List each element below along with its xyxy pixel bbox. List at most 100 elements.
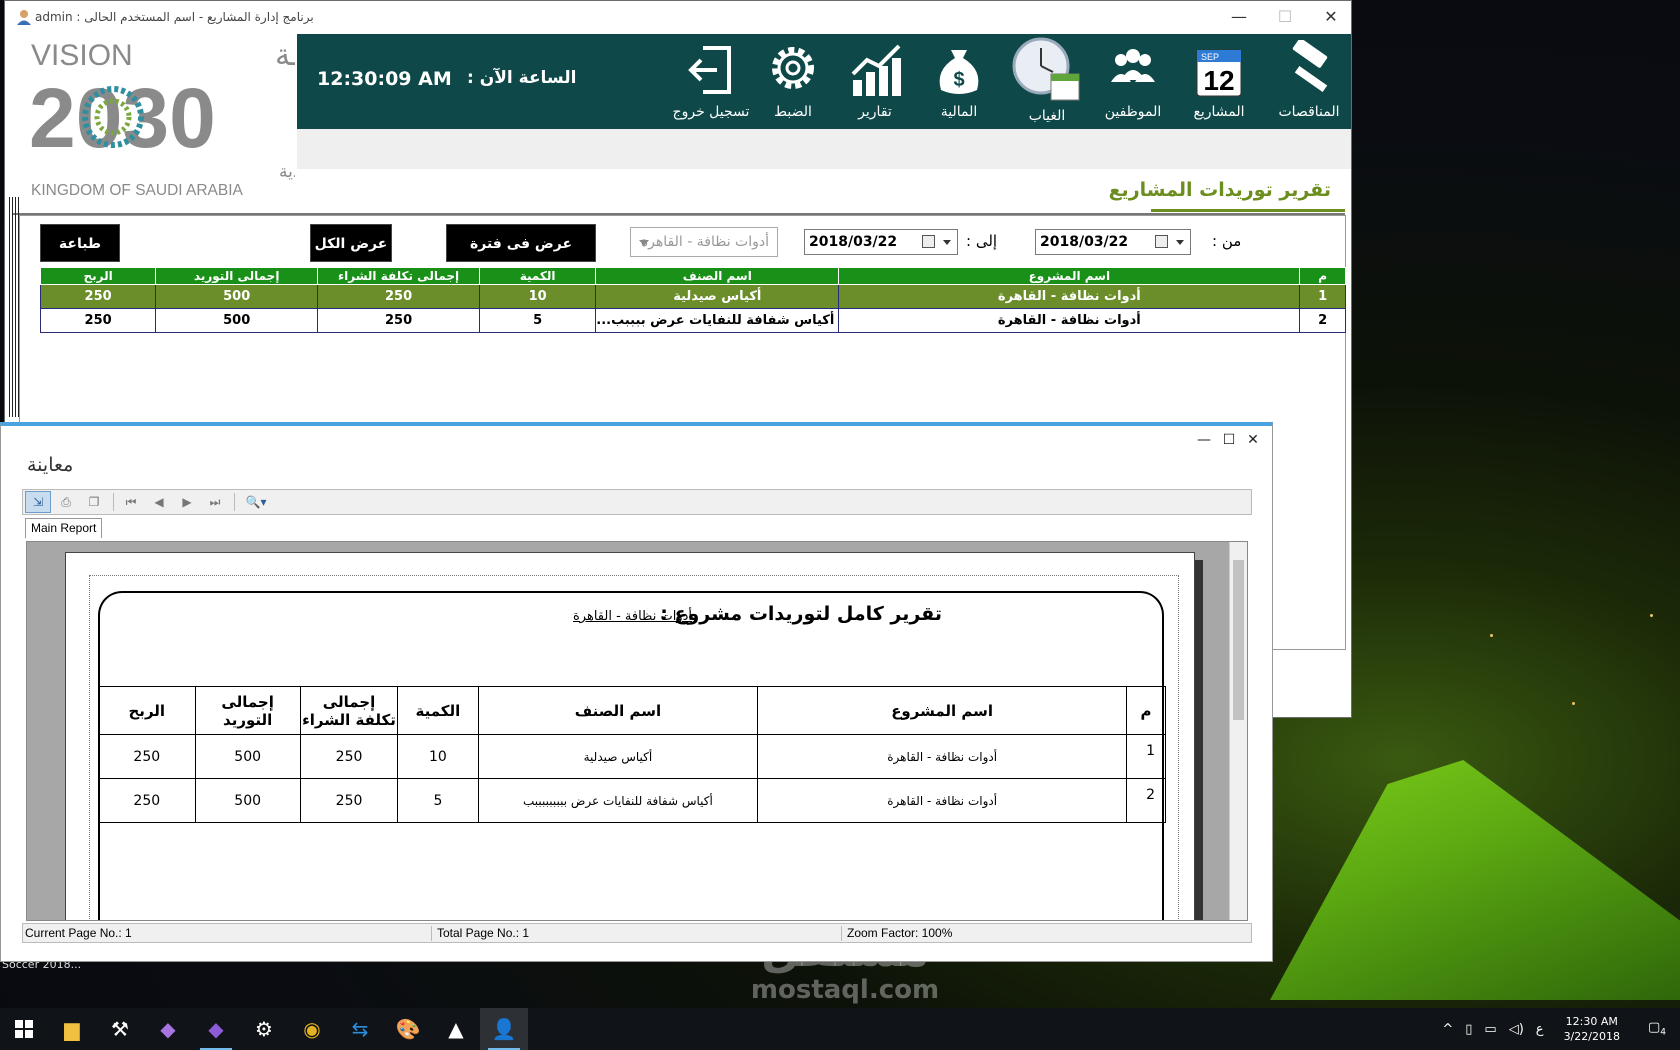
chrome-icon: ◉: [303, 1017, 321, 1041]
prev-page-icon[interactable]: ◀: [146, 491, 172, 513]
toolbar-reports-button[interactable]: تقارير: [831, 40, 919, 126]
print-button[interactable]: طباعة: [40, 224, 120, 262]
from-date-picker[interactable]: 2018/03/22: [1035, 229, 1191, 255]
star: [1650, 614, 1653, 617]
preview-close-button[interactable]: ✕: [1241, 432, 1265, 448]
grid-cell[interactable]: أكياس شفافة للنفايات عرض ببببب...: [595, 308, 840, 333]
start-button[interactable]: [0, 1008, 48, 1050]
first-page-icon[interactable]: ⏮: [118, 491, 144, 513]
grid-header-cell[interactable]: إجمالى التوريد: [155, 267, 319, 285]
grid-cell[interactable]: 500: [155, 308, 319, 333]
taskbar-clock[interactable]: 12:30 AM 3/22/2018: [1550, 1014, 1634, 1044]
page-title: تقرير توريدات المشاريع: [1108, 179, 1331, 201]
tools-icon: ⚒: [111, 1017, 129, 1041]
vision-2030-logo: VISION رؤيـــة 2030 المملكة العربية السع…: [29, 39, 295, 199]
teamviewer-button[interactable]: ⇆: [336, 1008, 384, 1050]
preview-minimize-button[interactable]: —: [1192, 432, 1216, 448]
volume-icon[interactable]: ◁): [1503, 1022, 1530, 1037]
project-dropdown[interactable]: أدوات نظافة - القاهرة: [630, 227, 778, 257]
current-page-status: Current Page No.: 1: [25, 926, 132, 940]
table-row[interactable]: 2 أدوات نظافة - القاهرة أكياس شفافة للنف…: [39, 308, 1346, 333]
language-indicator[interactable]: ع: [1530, 1022, 1550, 1037]
star: [1490, 634, 1493, 637]
next-page-icon[interactable]: ▶: [174, 491, 200, 513]
tab-main-report[interactable]: Main Report: [25, 518, 103, 538]
show-all-button[interactable]: عرض الكل: [310, 224, 392, 262]
toolbar-label: المالية: [940, 104, 978, 120]
grid-cell[interactable]: 250: [39, 284, 157, 309]
file-explorer-button[interactable]: ▆: [48, 1008, 96, 1050]
photos-button[interactable]: ▲: [432, 1008, 480, 1050]
paint-button[interactable]: 🎨: [384, 1008, 432, 1050]
to-date-picker[interactable]: 2018/03/22: [804, 229, 958, 255]
grid-cell[interactable]: 2: [1299, 308, 1346, 333]
grid-cell[interactable]: 500: [155, 284, 319, 309]
last-page-icon[interactable]: ⏭: [202, 491, 228, 513]
close-button[interactable]: ✕: [1309, 5, 1351, 29]
grid-cell[interactable]: 250: [317, 284, 480, 309]
grid-cell[interactable]: 250: [39, 308, 157, 333]
grid-cell[interactable]: 1: [1299, 284, 1346, 309]
report-cell: 250: [98, 778, 196, 823]
tools-app-button[interactable]: ⚒: [96, 1008, 144, 1050]
toolbar-settings-button[interactable]: الضبط: [749, 40, 837, 126]
copy-icon[interactable]: ❐: [81, 491, 107, 513]
calendar-icon: SEP 12: [1196, 49, 1242, 97]
settings-app-button[interactable]: ⚙: [240, 1008, 288, 1050]
grid-cell[interactable]: 10: [478, 284, 597, 309]
grid-header-cell[interactable]: اسم المشروع: [838, 267, 1301, 285]
chrome-button[interactable]: ◉: [288, 1008, 336, 1050]
folder-icon: ▆: [64, 1017, 80, 1041]
toolbar-label: المناقصات: [1278, 104, 1340, 120]
notifications-icon[interactable]: ▢4: [1634, 1020, 1680, 1038]
toolbar-strip: [297, 129, 1351, 169]
status-separator: [841, 926, 842, 941]
toolbar-tenders-button[interactable]: المناقصات: [1265, 40, 1351, 126]
show-period-button[interactable]: عرض فى فترة محددة: [446, 224, 596, 290]
grid-header-cell[interactable]: الربح: [39, 267, 157, 285]
grid-header-cell[interactable]: م: [1299, 267, 1346, 285]
gears-icon: ⚙: [255, 1017, 273, 1041]
network-icon[interactable]: ▭: [1478, 1022, 1502, 1037]
report-cell: أدوات نظافة - القاهرة: [757, 734, 1127, 779]
toolbar-finance-button[interactable]: $ المالية: [915, 40, 1003, 126]
logo-vision-text: VISION: [31, 39, 133, 72]
zoom-icon[interactable]: 🔍▾: [239, 491, 273, 513]
grid-cell[interactable]: 5: [478, 308, 597, 333]
usb-icon[interactable]: ▯: [1459, 1022, 1478, 1037]
toolbar-projects-button[interactable]: SEP 12 المشاريع: [1175, 40, 1263, 126]
toolbar-employees-button[interactable]: الموظفين: [1089, 40, 1177, 126]
toolbar-label: تقارير: [858, 104, 892, 120]
grid-cell[interactable]: 250: [317, 308, 480, 333]
grid-cell[interactable]: أدوات نظافة - القاهرة: [838, 284, 1301, 309]
svg-text:$: $: [953, 69, 964, 91]
grid-header-cell[interactable]: اسم الصنف: [595, 267, 840, 285]
visual-studio-2-button[interactable]: ◆: [192, 1008, 240, 1050]
report-header-cell: إجمالى التوريد: [194, 686, 301, 735]
chevron-up-icon[interactable]: ^: [1436, 1022, 1459, 1037]
minimize-button[interactable]: —: [1217, 5, 1261, 29]
project-app-button[interactable]: 👤: [480, 1008, 528, 1050]
report-page: تقرير كامل لتوريدات مشروع : أدوات نظافة …: [65, 552, 1195, 920]
grid-header-cell[interactable]: إجمالى تكلفة الشراء: [317, 267, 480, 285]
grid-cell[interactable]: أكياس صيدلية: [595, 284, 840, 309]
preview-maximize-button[interactable]: ☐: [1217, 432, 1241, 448]
grid-cell[interactable]: أدوات نظافة - القاهرة: [838, 308, 1301, 333]
maximize-button[interactable]: ☐: [1263, 5, 1307, 29]
print-icon[interactable]: ⎙: [53, 491, 79, 513]
vertical-scrollbar[interactable]: [1229, 542, 1247, 920]
table-row[interactable]: 1 أدوات نظافة - القاهرة أكياس صيدلية 10 …: [39, 284, 1346, 309]
report-header-cell: اسم المشروع: [757, 686, 1127, 735]
report-project-name: أدوات نظافة - القاهرة: [573, 609, 692, 624]
calendar-month: SEP: [1201, 52, 1219, 62]
export-icon[interactable]: ⇲: [25, 491, 51, 513]
scrollbar-thumb[interactable]: [1233, 560, 1244, 720]
main-titlebar[interactable]: برنامج إدارة المشاريع - اسم المستخدم الح…: [5, 1, 1351, 33]
zoom-status: Zoom Factor: 100%: [847, 926, 953, 940]
preview-statusbar: Current Page No.: 1 Total Page No.: 1 Zo…: [22, 923, 1252, 943]
toolbar-logout-button[interactable]: تسجيل خروج: [667, 40, 755, 126]
grid-header-cell[interactable]: الكمية: [478, 267, 597, 285]
visual-studio-button[interactable]: ◆: [144, 1008, 192, 1050]
toolbar-absence-button[interactable]: الغياب: [1003, 37, 1091, 126]
taskbar-date: 3/22/2018: [1563, 1030, 1620, 1043]
